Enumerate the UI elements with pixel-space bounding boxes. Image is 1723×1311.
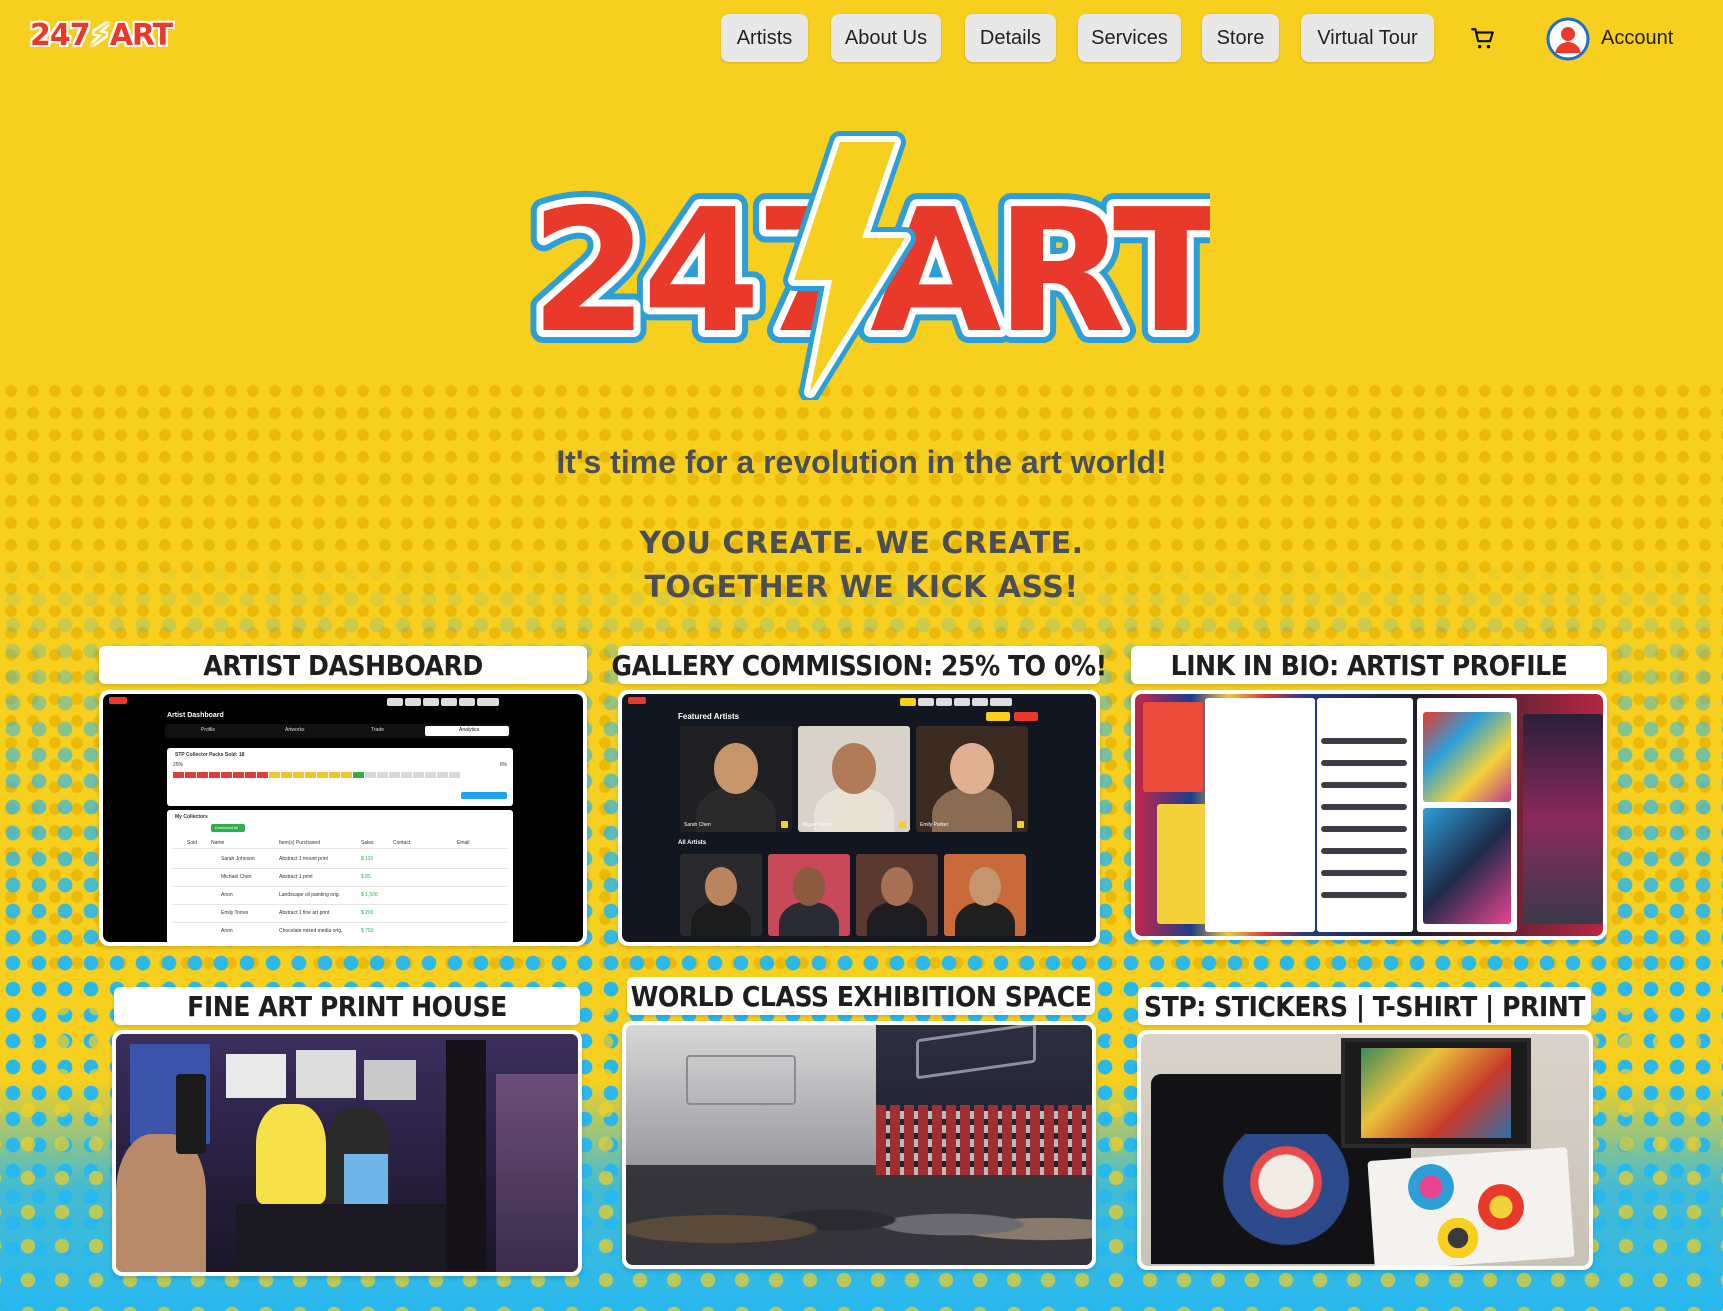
- progress-segment: [185, 772, 196, 778]
- artist-portrait[interactable]: [856, 854, 938, 936]
- card-link-in-bio[interactable]: [1131, 690, 1607, 940]
- progress-segment: [257, 772, 268, 778]
- nav-virtual-tour-button[interactable]: Virtual Tour: [1301, 14, 1434, 62]
- card-title-artist-dashboard: ARTIST DASHBOARD: [99, 646, 587, 684]
- progress-segment: [341, 772, 352, 778]
- nav-services-button[interactable]: Services: [1078, 14, 1181, 62]
- hero-tagline: It's time for a revolution in the art wo…: [556, 444, 1167, 480]
- artist-portrait[interactable]: [768, 854, 850, 936]
- progress-segment: [317, 772, 328, 778]
- artist-portrait[interactable]: [680, 854, 762, 936]
- card-artist-dashboard[interactable]: Artist Dashboard Profile Artworks Trade …: [99, 690, 587, 946]
- progress-segment: [437, 772, 448, 778]
- progress-segment: [197, 772, 208, 778]
- svg-text:ART: ART: [870, 173, 1210, 371]
- progress-segment: [425, 772, 436, 778]
- dashboard-screenshot: Artist Dashboard Profile Artworks Trade …: [103, 694, 583, 942]
- artist-portrait[interactable]: Miguel Torres: [798, 726, 910, 832]
- nav-store-button[interactable]: Store: [1202, 14, 1279, 62]
- progress-segment: [449, 772, 460, 778]
- artist-portrait[interactable]: Sarah Chen: [680, 726, 792, 832]
- card-fine-art-print-house[interactable]: [112, 1030, 582, 1276]
- card-title-fine-art-print-house: FINE ART PRINT HOUSE: [114, 987, 580, 1025]
- hero-logo: 247 247 247 ART ART ART: [517, 131, 1210, 400]
- nav-artists-button[interactable]: Artists: [721, 14, 808, 62]
- add-icon[interactable]: [1017, 821, 1024, 828]
- nav-logo[interactable]: 247⚡ART: [30, 18, 173, 53]
- card-title-exhibition-space: WORLD CLASS EXHIBITION SPACE: [627, 977, 1095, 1015]
- progress-segment: [389, 772, 400, 778]
- card-stp-merch[interactable]: [1137, 1030, 1593, 1270]
- progress-segment: [413, 772, 424, 778]
- card-title-gallery-commission: GALLERY COMMISSION: 25% TO 0%!: [611, 646, 1107, 684]
- card-exhibition-space[interactable]: [622, 1021, 1096, 1269]
- progress-segment: [365, 772, 376, 778]
- card-title-stp-merch: STP: STICKERS | T-SHIRT | PRINT: [1138, 987, 1591, 1025]
- progress-segment: [293, 772, 304, 778]
- progress-segment: [329, 772, 340, 778]
- artist-portrait[interactable]: Emily Parker: [916, 726, 1028, 832]
- nav-details-button[interactable]: Details: [965, 14, 1056, 62]
- exhibition-photo: [626, 1025, 1092, 1265]
- hero-slogan: YOU CREATE. WE CREATE. TOGETHER WE KICK …: [639, 526, 1084, 605]
- progress-segment: [269, 772, 280, 778]
- cart-icon[interactable]: [1470, 26, 1496, 52]
- artist-profile-screenshot: [1135, 694, 1603, 936]
- progress-segment: [353, 772, 364, 778]
- avatar-icon[interactable]: [1546, 17, 1590, 61]
- featured-artists-screenshot: Featured Artists Sarah Chen Miguel Torres…: [622, 694, 1096, 942]
- print-house-photo: [116, 1034, 578, 1272]
- progress-segment: [377, 772, 388, 778]
- artist-name: Emily Parker: [920, 822, 949, 828]
- artist-portrait[interactable]: [944, 854, 1026, 936]
- progress-segment: [221, 772, 232, 778]
- add-icon[interactable]: [781, 821, 788, 828]
- stp-merch-photo: [1141, 1034, 1589, 1266]
- artist-name: Miguel Torres: [802, 822, 832, 828]
- progress-segment: [281, 772, 292, 778]
- progress-segment: [233, 772, 244, 778]
- progress-segment: [245, 772, 256, 778]
- card-gallery-commission[interactable]: Featured Artists Sarah Chen Miguel Torres…: [618, 690, 1100, 946]
- top-nav: 247⚡ART Artists About Us Details Service…: [0, 0, 1723, 80]
- progress-segment: [209, 772, 220, 778]
- account-link[interactable]: Account: [1601, 27, 1673, 50]
- card-title-link-in-bio: LINK IN BIO: ARTIST PROFILE: [1131, 646, 1607, 684]
- progress-segment: [305, 772, 316, 778]
- artist-name: Sarah Chen: [684, 822, 711, 828]
- nav-about-us-button[interactable]: About Us: [831, 14, 941, 62]
- add-icon[interactable]: [899, 821, 906, 828]
- progress-segment: [401, 772, 412, 778]
- collector-progress-bar: [173, 772, 460, 778]
- progress-segment: [173, 772, 184, 778]
